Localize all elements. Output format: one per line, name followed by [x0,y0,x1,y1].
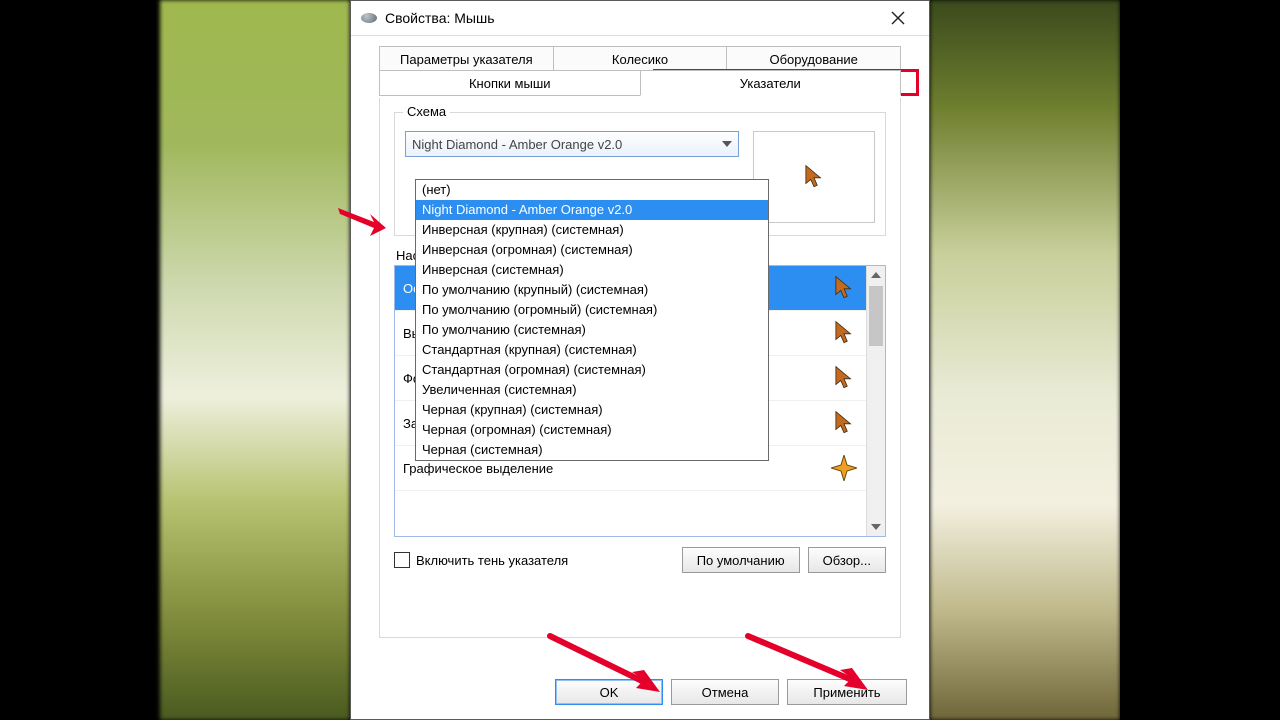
cursor-item-label: Графическое выделение [403,461,553,476]
scheme-option[interactable]: Увеличенная (системная) [416,380,768,400]
cursor-icon [830,319,858,347]
cancel-button[interactable]: Отмена [671,679,779,705]
scheme-option[interactable]: Черная (огромная) (системная) [416,420,768,440]
scroll-down-icon[interactable] [867,518,885,536]
browse-button[interactable]: Обзор... [808,547,886,573]
chevron-down-icon [718,134,736,154]
scheme-option[interactable]: (нет) [416,180,768,200]
scheme-option[interactable]: Инверсная (системная) [416,260,768,280]
scrollbar[interactable] [866,266,885,536]
window-title: Свойства: Мышь [385,10,495,26]
scheme-group: Схема Night Diamond - Amber Orange v2.0 … [394,112,886,236]
tab-pointers[interactable]: Указатели [640,70,902,96]
scheme-option[interactable]: Стандартная (крупная) (системная) [416,340,768,360]
ok-button[interactable]: OK [555,679,663,705]
scheme-option[interactable]: Night Diamond - Amber Orange v2.0 [416,200,768,220]
mouse-properties-window: Свойства: Мышь Параметры указателя Колес… [350,0,930,720]
scheme-option[interactable]: По умолчанию (крупный) (системная) [416,280,768,300]
shadow-checkbox[interactable] [394,552,410,568]
scheme-option[interactable]: Инверсная (крупная) (системная) [416,220,768,240]
scheme-selected: Night Diamond - Amber Orange v2.0 [412,137,622,152]
scheme-option[interactable]: Стандартная (огромная) (системная) [416,360,768,380]
scheme-option[interactable]: Инверсная (огромная) (системная) [416,240,768,260]
cursor-icon [830,364,858,392]
cursor-preview [753,131,875,223]
titlebar[interactable]: Свойства: Мышь [351,1,929,36]
apply-button[interactable]: Применить [787,679,907,705]
mouse-icon [361,13,377,23]
scheme-group-label: Схема [403,104,450,119]
scheme-option[interactable]: Черная (крупная) (системная) [416,400,768,420]
tab-strip: Параметры указателя Колесико Оборудовани… [365,46,915,98]
scheme-combobox[interactable]: Night Diamond - Amber Orange v2.0 [405,131,739,157]
default-button[interactable]: По умолчанию [682,547,800,573]
scroll-up-icon[interactable] [867,266,885,284]
close-button[interactable] [877,4,919,32]
cursor-icon [830,409,858,437]
scheme-option[interactable]: Черная (системная) [416,440,768,460]
shadow-checkbox-label: Включить тень указателя [416,553,568,568]
tab-panel-pointers: Схема Night Diamond - Amber Orange v2.0 … [379,98,901,638]
precision-icon [830,454,858,482]
scroll-thumb[interactable] [869,286,883,346]
scheme-option[interactable]: По умолчанию (огромный) (системная) [416,300,768,320]
tab-pointer-options[interactable]: Параметры указателя [379,46,554,72]
scheme-dropdown-list[interactable]: (нет)Night Diamond - Amber Orange v2.0Ин… [415,179,769,461]
tab-buttons[interactable]: Кнопки мыши [379,70,641,96]
scheme-option[interactable]: По умолчанию (системная) [416,320,768,340]
cursor-icon [801,164,827,190]
cursor-icon [830,274,858,302]
